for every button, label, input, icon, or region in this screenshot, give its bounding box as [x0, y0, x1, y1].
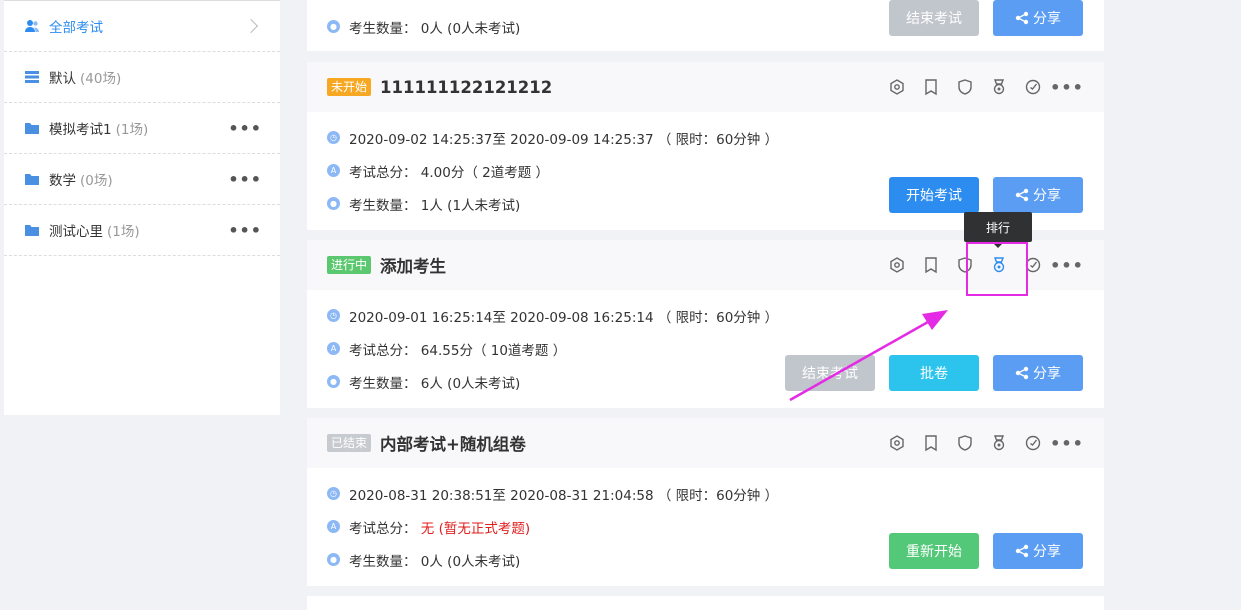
annotation-arrow [789, 310, 948, 402]
